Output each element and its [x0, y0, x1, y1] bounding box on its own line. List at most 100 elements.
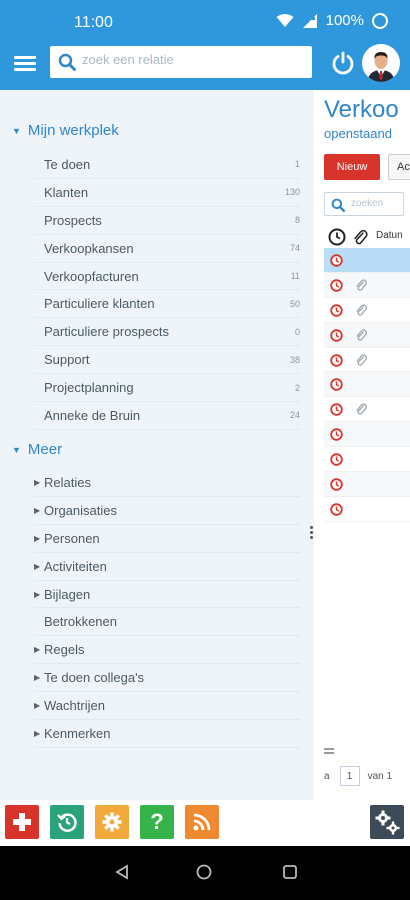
add-button[interactable]: [5, 805, 39, 839]
sidebar-item-bijlagen[interactable]: ▶ Bijlagen: [34, 581, 300, 609]
opportunity-list: [324, 248, 410, 522]
caret-right-icon: ▶: [34, 673, 41, 683]
help-icon: ?: [150, 809, 164, 834]
more-list: ▶ Relaties ▶ Organisaties ▶ Personen ▶ Activ…: [34, 469, 300, 748]
battery-icon: [372, 12, 388, 29]
gear-button[interactable]: [95, 805, 129, 839]
sidebar-item-te-doen-collegas[interactable]: ▶ Te doen collega's: [34, 664, 300, 693]
table-row[interactable]: [324, 497, 410, 522]
overdue-clock-icon: [330, 428, 343, 441]
avatar[interactable]: [362, 44, 400, 82]
sidebar-item-label: Anneke de Bruin: [44, 407, 141, 423]
sidebar-item-verkoopfacturen[interactable]: Verkoopfacturen 11: [34, 263, 300, 291]
sidebar-item-verkoopkansen[interactable]: Verkoopkansen 74: [34, 235, 300, 263]
attachment-icon: [356, 279, 367, 291]
history-button[interactable]: [50, 805, 84, 839]
rss-button[interactable]: [185, 805, 219, 839]
sidebar-item-particuliere-prospects[interactable]: Particuliere prospects 0: [34, 318, 300, 347]
status-icons: 100%: [276, 12, 388, 29]
table-row[interactable]: [324, 422, 410, 448]
clock-icon[interactable]: [328, 228, 346, 246]
table-row[interactable]: [324, 447, 410, 473]
sidebar-item-regels[interactable]: ▶ Regels: [34, 636, 300, 665]
recents-icon[interactable]: [282, 864, 298, 880]
sidebar-item-label: Klanten: [44, 184, 89, 200]
gear-icon: [102, 812, 122, 832]
settings-button[interactable]: [370, 805, 404, 839]
table-row[interactable]: [324, 298, 410, 323]
sidebar-item-wachtrijen[interactable]: ▶ Wachtrijen: [34, 692, 300, 721]
relation-search-box[interactable]: [50, 46, 312, 78]
power-icon[interactable]: [330, 50, 356, 76]
list-search-box[interactable]: zoeken: [324, 192, 404, 216]
sidebar-item-count: 38: [289, 354, 300, 365]
table-row[interactable]: [324, 322, 410, 348]
column-date[interactable]: Datun: [376, 230, 403, 241]
sidebar-item-kenmerken[interactable]: ▶ Kenmerken: [34, 720, 300, 748]
home-icon[interactable]: [196, 864, 212, 880]
caret-down-icon: ▼: [12, 444, 21, 455]
app-header: [0, 44, 410, 90]
sidebar-item-label: Te doen: [44, 156, 91, 172]
sidebar-item-activiteiten[interactable]: ▶ Activiteiten: [34, 553, 300, 581]
sidebar-item-organisaties[interactable]: ▶ Organisaties: [34, 497, 300, 525]
sidebar-item-klanten[interactable]: Klanten 130: [34, 179, 300, 207]
paperclip-icon[interactable]: [352, 228, 368, 246]
list-menu-icon[interactable]: [324, 748, 334, 756]
section-more[interactable]: ▼ Meer: [12, 441, 62, 458]
sidebar-item-betrokkenen[interactable]: Betrokkenen: [34, 608, 300, 637]
overdue-clock-icon: [330, 453, 343, 466]
caret-right-icon: ▶: [34, 477, 41, 487]
sidebar-item-te-doen[interactable]: Te doen 1: [34, 151, 300, 179]
pagination: a 1 van 1: [324, 766, 392, 786]
sidebar-item-label: Relaties: [44, 474, 91, 490]
sidebar-item-label: Particuliere klanten: [44, 296, 155, 312]
sidebar-item-label: Verkoopkansen: [44, 240, 134, 256]
table-row[interactable]: [324, 272, 410, 298]
system-nav-bar: [0, 846, 410, 900]
sidebar-item-count: 0: [294, 326, 300, 337]
bottom-toolbar: ?: [0, 800, 410, 846]
page-number-input[interactable]: 1: [339, 766, 360, 786]
caret-right-icon: ▶: [34, 728, 41, 738]
section-my-workplace[interactable]: ▼ Mijn werkplek: [12, 122, 119, 139]
sidebar-item-label: Bijlagen: [44, 586, 91, 602]
sidebar-item-label: Verkoopfacturen: [44, 268, 139, 284]
table-row[interactable]: [324, 248, 410, 273]
caret-right-icon: ▶: [34, 589, 41, 599]
sidebar-resize-handle[interactable]: [310, 526, 314, 542]
sidebar-item-label: Organisaties: [44, 502, 117, 518]
sidebar-item-relaties[interactable]: ▶ Relaties: [34, 469, 300, 497]
status-time: 11:00: [74, 14, 113, 31]
sidebar-item-support[interactable]: Support 38: [34, 346, 300, 375]
page-subtitle: openstaand: [324, 126, 392, 141]
status-bar: 11:00 100%: [0, 0, 410, 44]
caret-down-icon: ▼: [12, 125, 21, 136]
table-row[interactable]: [324, 397, 410, 423]
overdue-clock-icon: [330, 279, 343, 292]
action-button[interactable]: Ac: [388, 154, 410, 180]
menu-icon[interactable]: [14, 54, 36, 76]
new-button[interactable]: Nieuw: [324, 154, 380, 180]
overdue-clock-icon: [330, 353, 343, 367]
sidebar-item-count: 1: [294, 159, 300, 170]
sidebar-item-count: 74: [289, 243, 300, 254]
sidebar-item-projectplanning[interactable]: Projectplanning 2: [34, 374, 300, 403]
sidebar-item-prospects[interactable]: Prospects 8: [34, 207, 300, 235]
sidebar-item-label: Personen: [44, 530, 100, 546]
caret-right-icon: ▶: [34, 561, 41, 571]
sidebar-item-label: Kenmerken: [44, 725, 111, 741]
sidebar-item-anneke-de-bruin[interactable]: Anneke de Bruin 24: [34, 402, 300, 430]
sidebar-item-label: Particuliere prospects: [44, 324, 169, 340]
sidebar-item-particuliere-klanten[interactable]: Particuliere klanten 50: [34, 290, 300, 319]
history-icon: [57, 813, 77, 832]
table-row[interactable]: [324, 472, 410, 497]
table-row[interactable]: [324, 372, 410, 398]
overdue-clock-icon: [330, 328, 343, 342]
sidebar-item-personen[interactable]: ▶ Personen: [34, 525, 300, 553]
relation-search-input[interactable]: [82, 52, 302, 67]
attachment-icon: [356, 304, 367, 316]
table-row[interactable]: [324, 348, 410, 373]
back-icon[interactable]: [114, 864, 130, 880]
help-button[interactable]: ?: [140, 805, 174, 839]
